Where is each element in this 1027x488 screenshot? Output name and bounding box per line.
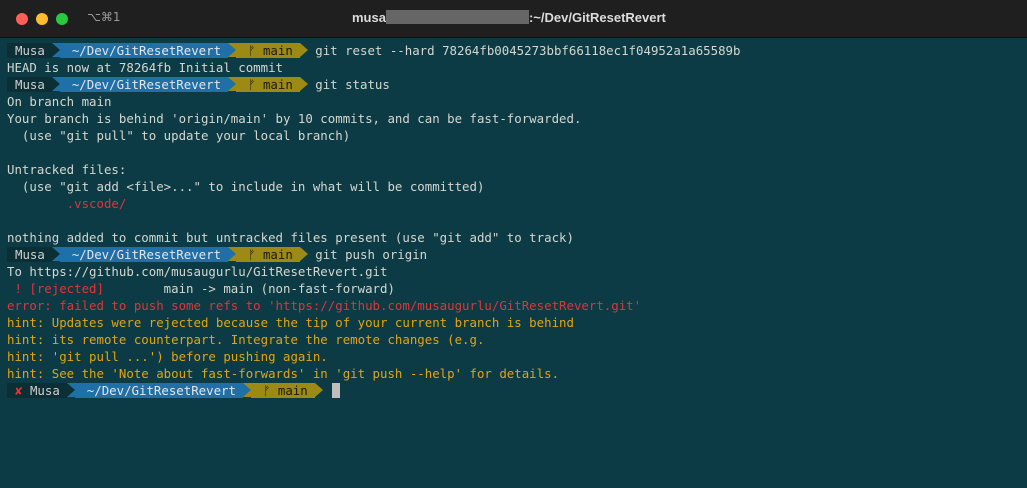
segment-arrow bbox=[299, 43, 308, 57]
output-line: nothing added to commit but untracked fi… bbox=[7, 230, 574, 245]
prompt-user-name: Musa bbox=[29, 383, 60, 398]
output-line: ! [rejected] main -> main (non-fast-forw… bbox=[7, 280, 1027, 297]
output-line: HEAD is now at 78264fb Initial commit bbox=[7, 60, 284, 75]
segment-arrow bbox=[51, 43, 60, 57]
rejected-detail: main -> main (non-fast-forward) bbox=[103, 281, 395, 296]
window-shortcut: ⌥⌘1 bbox=[87, 10, 121, 24]
command-text: git reset --hard 78264fb0045273bbf66118e… bbox=[315, 43, 741, 58]
segment-arrow bbox=[228, 77, 237, 91]
prompt-branch: ᚠ main bbox=[236, 247, 300, 262]
output-line: To https://github.com/musaugurlu/GitRese… bbox=[7, 264, 388, 279]
error-line: error: failed to push some refs to 'http… bbox=[7, 298, 642, 313]
prompt-user: Musa bbox=[7, 247, 52, 262]
segment-arrow bbox=[51, 77, 60, 91]
segment-arrow bbox=[66, 383, 75, 397]
terminal-window: ⌥⌘1 musa :~/Dev/GitResetRevert Musa ~/Dev/… bbox=[0, 0, 1027, 488]
rejected-label: ! [rejected] bbox=[7, 281, 104, 296]
title-suffix: :~/Dev/GitResetRevert bbox=[528, 10, 666, 25]
zoom-button[interactable] bbox=[56, 13, 68, 25]
prompt-branch: ᚠ main bbox=[236, 43, 300, 58]
untracked-file: .vscode/ bbox=[7, 196, 127, 211]
title-prefix: musa bbox=[352, 10, 386, 25]
output-line: (use "git pull" to update your local bra… bbox=[7, 128, 351, 143]
hint-line: hint: its remote counterpart. Integrate … bbox=[7, 332, 485, 347]
prompt-line: ✘ Musa ~/Dev/GitResetRevert ᚠ main bbox=[7, 382, 1027, 399]
output-line: Your branch is behind 'origin/main' by 1… bbox=[7, 111, 582, 126]
hint-line: hint: 'git pull ...') before pushing aga… bbox=[7, 349, 328, 364]
minimize-button[interactable] bbox=[36, 13, 48, 25]
segment-arrow bbox=[228, 43, 237, 57]
hint-line: hint: Updates were rejected because the … bbox=[7, 315, 574, 330]
close-button[interactable] bbox=[16, 13, 28, 25]
hint-line: hint: See the 'Note about fast-forwards'… bbox=[7, 366, 560, 381]
window-title: musa :~/Dev/GitResetRevert bbox=[352, 10, 666, 25]
prompt-branch: ᚠ main bbox=[250, 383, 315, 398]
prompt-line: Musa ~/Dev/GitResetRevert ᚠ main git reset… bbox=[7, 42, 1027, 59]
prompt-user: ✘ Musa bbox=[7, 383, 67, 398]
segment-arrow bbox=[299, 247, 308, 261]
segment-arrow bbox=[228, 247, 237, 261]
error-mark-icon: ✘ bbox=[15, 383, 23, 398]
segment-arrow bbox=[299, 77, 308, 91]
output-line: On branch main bbox=[7, 94, 112, 109]
title-bar: ⌥⌘1 musa :~/Dev/GitResetRevert bbox=[0, 0, 1027, 38]
text-cursor[interactable] bbox=[332, 383, 341, 398]
prompt-directory: ~/Dev/GitResetRevert bbox=[59, 247, 229, 262]
prompt-directory: ~/Dev/GitResetRevert bbox=[74, 383, 243, 398]
segment-arrow bbox=[51, 247, 60, 261]
command-text: git push origin bbox=[315, 247, 428, 262]
segment-arrow bbox=[314, 383, 323, 397]
prompt-line: Musa ~/Dev/GitResetRevert ᚠ main git push … bbox=[7, 246, 1027, 263]
prompt-line: Musa ~/Dev/GitResetRevert ᚠ main git statu… bbox=[7, 76, 1027, 93]
prompt-branch: ᚠ main bbox=[236, 77, 300, 92]
prompt-user: Musa bbox=[7, 43, 52, 58]
prompt-directory: ~/Dev/GitResetRevert bbox=[59, 77, 229, 92]
redacted-block bbox=[385, 10, 529, 24]
output-line: Untracked files: bbox=[7, 162, 127, 177]
output-line: (use "git add <file>..." to include in w… bbox=[7, 179, 485, 194]
terminal-output[interactable]: Musa ~/Dev/GitResetRevert ᚠ main git reset… bbox=[7, 42, 1027, 399]
prompt-user: Musa bbox=[7, 77, 52, 92]
prompt-directory: ~/Dev/GitResetRevert bbox=[59, 43, 229, 58]
command-text: git status bbox=[315, 77, 390, 92]
segment-arrow bbox=[242, 383, 251, 397]
